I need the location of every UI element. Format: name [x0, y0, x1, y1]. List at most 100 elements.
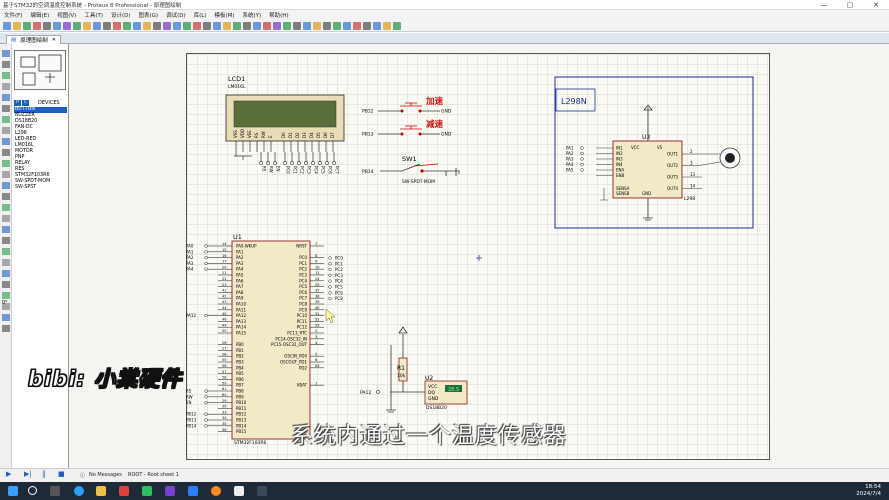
mcu-left-pin-label: PB12 [236, 412, 247, 417]
mcu-right-net-label: PC2 [335, 267, 343, 272]
mcu-right-pin-number: 40 [315, 306, 319, 310]
mcu-right-pin-label: PC7 [299, 296, 307, 301]
button-actuator[interactable] [400, 125, 422, 130]
mcu-left-pin-label: PA1 [236, 249, 244, 254]
mcu-left-pin-label: PA8 [236, 290, 244, 295]
lcd-pin-label: D7 [330, 132, 335, 138]
mcu-left-pin-number: 42 [222, 294, 226, 298]
l298-vcc-label: VCC [631, 145, 640, 150]
mcu-net-terminal [328, 256, 332, 260]
mcu-left-pin-label: PA15 [236, 331, 246, 336]
mcu-right-pin-label: PC15-OSC32_OUT [271, 342, 307, 347]
lcd-pin-label: RW [261, 131, 266, 138]
l298-input-net: PA5 [566, 168, 574, 173]
app-icon-purple[interactable] [165, 486, 175, 496]
task-view-icon[interactable] [50, 486, 60, 496]
l298-output-label: OUT1 [667, 152, 679, 157]
mcu-left-pin-label: PB6 [236, 377, 244, 382]
resistor-value: 10k [397, 373, 406, 379]
mcu-left-pin-label: PB15 [236, 429, 247, 434]
resistor-ref: R1 [397, 365, 405, 372]
mcu-left-pin-label: PB1 [236, 348, 244, 353]
mcu-right-pin-number: 37 [315, 289, 319, 293]
switch-part: SW-SPDT-MOM [402, 179, 435, 185]
start-icon[interactable] [8, 486, 18, 496]
button-contact [400, 109, 404, 113]
edge-icon[interactable] [74, 486, 84, 496]
mcu-left-net-label: PA0 [186, 244, 194, 249]
l298-input-terminal [580, 162, 584, 167]
stop-icon[interactable]: ■ [58, 470, 65, 478]
mcu-right-pin-label: PC2 [299, 267, 307, 272]
lcd-net-label: PC0 [286, 166, 291, 174]
mcu-left-net-label: PA1 [186, 249, 194, 254]
motor-rotor [725, 153, 735, 163]
mcu-left-pin-number: 28 [222, 352, 226, 356]
mcu-left-net-label: RS [186, 389, 192, 394]
mcu-left-pin-label: PA2 [236, 255, 244, 260]
button-actuator[interactable] [400, 102, 422, 107]
l298-input-label: IN2 [616, 151, 623, 156]
l298-ref: U3 [642, 134, 650, 141]
system-clock[interactable]: 18:54 2024/7/4 [856, 484, 881, 498]
lcd-pin-label: RS [254, 132, 259, 138]
app-icon-red[interactable] [119, 486, 129, 496]
video-subtitle: 系统内通过一个温度传感器 [291, 424, 568, 449]
l298-sensb-label: SENSB [616, 191, 630, 196]
mcu-right-pin-number: 6 [315, 358, 317, 362]
mcu-left-pin-number: 14 [222, 242, 227, 246]
mcu-right-pin-label: PC6 [299, 290, 307, 295]
motor-wire [701, 153, 721, 166]
search-icon[interactable] [28, 486, 37, 495]
lcd-net-label: PC7 [335, 166, 340, 174]
l298-output-pin: 3 [690, 161, 693, 166]
mcu-left-pin-number: 57 [222, 370, 226, 374]
mcu-left-net-label: PB14 [186, 423, 197, 428]
button-net: PB12 [362, 109, 374, 115]
mcu-left-pin-number: 59 [222, 381, 226, 385]
mcu-right-pin-label: PC3 [299, 273, 307, 278]
mcu-net-terminal [328, 279, 332, 283]
file-explorer-icon[interactable] [96, 486, 106, 496]
app-icon-white[interactable] [234, 486, 244, 496]
app-icon-orange[interactable] [211, 486, 221, 496]
l298-input-label: ENB [616, 173, 625, 178]
mcu-net-terminal [328, 296, 332, 301]
clock-time: 18:54 [865, 484, 881, 490]
mcu-right-pin-number: 9 [315, 260, 317, 264]
mcu-right-net-label: PC1 [335, 261, 343, 266]
l298n-label: L298N [561, 97, 587, 106]
mcu-right-pin-number: 3 [315, 335, 317, 339]
lcd-pin-label: VDD [240, 129, 245, 138]
mcu-left-pin-label: PB10 [236, 400, 247, 405]
messages-status[interactable]: No Messages [89, 472, 122, 478]
lcd-pin-label: D6 [323, 132, 328, 138]
sensor-part: DS18B20 [426, 405, 447, 411]
mcu-left-pin-label: PB2 [236, 354, 244, 359]
mcu-right-net-label: PC5 [335, 285, 343, 290]
l298-part: L298 [684, 196, 695, 202]
l298-input-terminal [580, 168, 584, 172]
lcd-net-label: PC3 [307, 166, 312, 174]
lcd-net-label: RW [269, 166, 274, 173]
mcu-right-pin-number: 4 [315, 341, 318, 345]
step-icon[interactable]: ▶| [24, 470, 32, 478]
app-icon-green[interactable] [142, 486, 152, 496]
mcu-left-pin-label: PA5 [236, 273, 244, 278]
app-icon-blue[interactable] [188, 486, 198, 496]
mcu-left-pin-label: PA7 [236, 284, 244, 289]
proteus-icon[interactable] [257, 486, 267, 496]
pause-icon[interactable]: ‖ [42, 470, 46, 478]
mcu-right-pin-number: 7 [315, 242, 317, 246]
l298-input-net: PA4 [566, 162, 574, 167]
button-contact [418, 132, 422, 136]
play-icon[interactable]: ▶ [6, 470, 11, 478]
mcu-left-pin-label: PB3 [236, 360, 244, 365]
mcu-right-pin-label: OSCOUT_PD1 [280, 360, 307, 365]
mcu-net-terminal [204, 255, 208, 260]
mcu-left-pin-number: 34 [222, 416, 227, 420]
mcu-net-terminal [328, 267, 332, 272]
mcu-left-pin-number: 26 [222, 341, 226, 345]
mcu-left-pin-number: 33 [222, 410, 226, 414]
mcu-left-pin-number: 17 [222, 260, 226, 264]
